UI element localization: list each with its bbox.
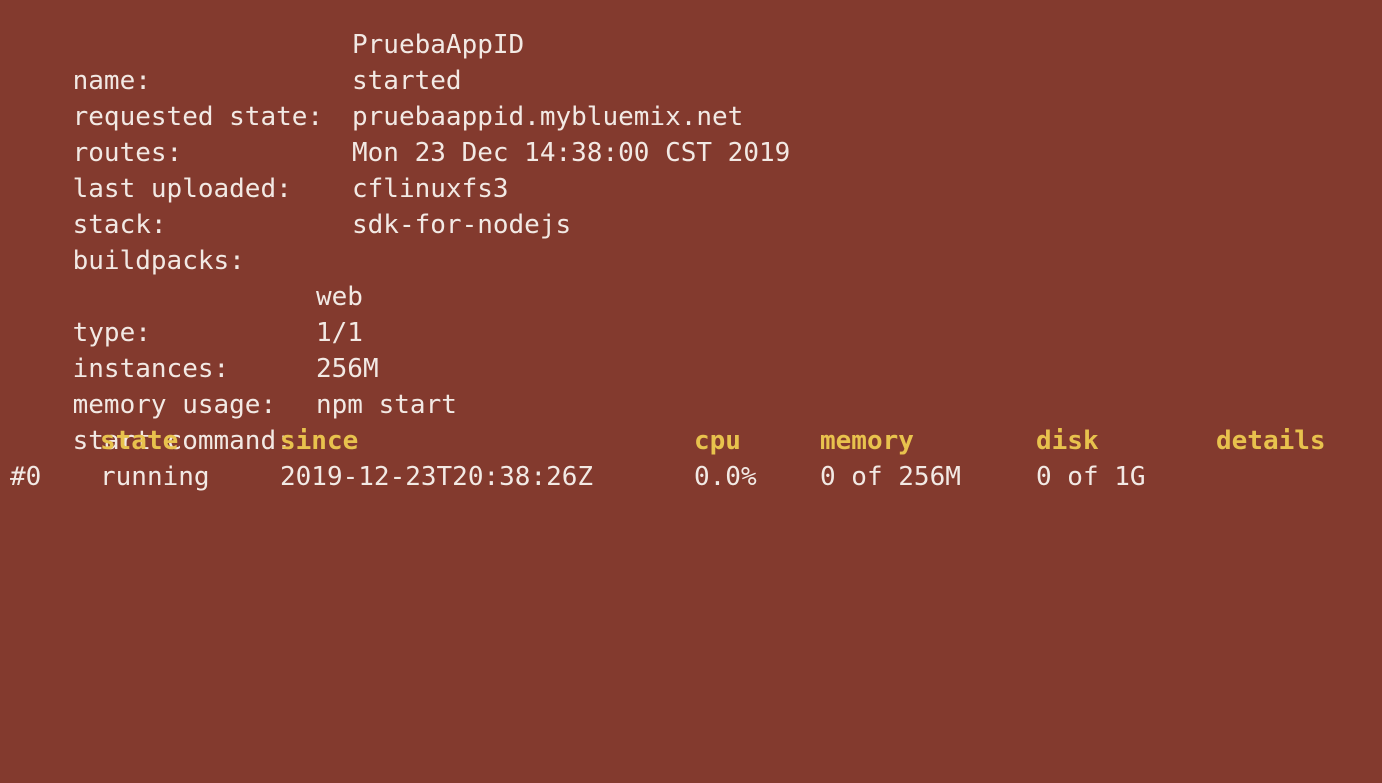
app-info-key: buildpacks:	[72, 246, 245, 276]
app-info-value: sdk-for-nodejs	[352, 210, 572, 240]
app-info-value: PruebaAppID	[352, 30, 525, 60]
instance-state: running	[100, 462, 210, 492]
column-header-disk: disk	[1036, 426, 1099, 456]
app-info-value: started	[352, 66, 462, 96]
process-info-row-type: type: web	[10, 279, 363, 348]
app-info-row-buildpacks: buildpacks: sdk-for-nodejs	[10, 207, 572, 276]
instance-memory: 0 of 256M	[820, 462, 961, 492]
process-info-value: 256M	[316, 354, 379, 384]
column-header-since: since	[280, 426, 359, 456]
process-info-value: npm start	[316, 390, 457, 420]
column-header-state: state	[100, 426, 179, 456]
instance-cpu: 0.0%	[694, 462, 757, 492]
process-info-row-memory-usage: memory usage: 256M	[10, 351, 379, 420]
process-info-row-instances: instances: 1/1	[10, 315, 363, 384]
app-info-value: Mon 23 Dec 14:38:00 CST 2019	[352, 138, 791, 168]
app-info-row-name: name: PruebaAppID	[10, 27, 525, 96]
instance-disk: 0 of 1G	[1036, 462, 1146, 492]
column-header-memory: memory	[820, 426, 914, 456]
terminal-output: name: PruebaAppID requested state: start…	[0, 0, 1382, 528]
app-info-value: pruebaappid.mybluemix.net	[352, 102, 744, 132]
process-info-value: web	[316, 282, 363, 312]
instances-table-header: state since cpu memory disk details	[10, 423, 1382, 459]
column-header-cpu: cpu	[694, 426, 741, 456]
app-info-row-requested-state: requested state: started	[10, 63, 462, 132]
app-info-row-stack: stack: cflinuxfs3	[10, 171, 509, 240]
process-info-row-start-command: start command: npm start	[10, 387, 457, 456]
column-header-details: details	[1216, 426, 1326, 456]
app-info-row-routes: routes: pruebaappid.mybluemix.net	[10, 99, 744, 168]
instance-since: 2019-12-23T20:38:26Z	[280, 462, 594, 492]
table-row: #0 running 2019-12-23T20:38:26Z 0.0% 0 o…	[10, 459, 1382, 495]
app-info-value: cflinuxfs3	[352, 174, 509, 204]
app-info-row-last-uploaded: last uploaded: Mon 23 Dec 14:38:00 CST 2…	[10, 135, 791, 204]
process-info-value: 1/1	[316, 318, 363, 348]
instance-index: #0	[10, 462, 42, 492]
